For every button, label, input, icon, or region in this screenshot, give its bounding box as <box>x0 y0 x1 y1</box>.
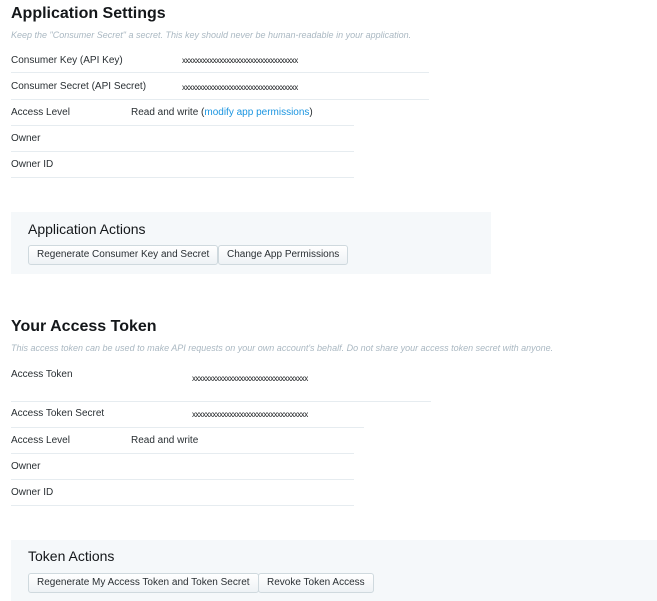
divider <box>11 505 354 506</box>
divider <box>11 72 429 73</box>
consumer-secret-value: xxxxxxxxxxxxxxxxxxxxxxxxxxxxxxxxxx <box>182 83 298 92</box>
divider <box>11 99 429 100</box>
consumer-secret-label: Consumer Secret (API Secret) <box>11 81 147 92</box>
application-settings-heading: Application Settings <box>11 5 166 22</box>
token-access-level-label: Access Level <box>11 435 70 446</box>
application-settings-note: Keep the "Consumer Secret" a secret. Thi… <box>11 30 412 40</box>
token-owner-id-label: Owner ID <box>11 487 54 498</box>
app-access-level-value: Read and write (modify app permissions) <box>131 107 313 118</box>
divider <box>11 125 354 126</box>
divider <box>11 177 354 178</box>
revoke-token-access-button[interactable]: Revoke Token Access <box>258 573 374 593</box>
consumer-key-label: Consumer Key (API Key) <box>11 55 123 66</box>
access-token-heading: Your Access Token <box>11 318 157 335</box>
app-access-level-text: Read and write ( <box>131 107 205 118</box>
divider <box>11 401 431 402</box>
divider <box>11 479 354 480</box>
divider <box>11 427 364 428</box>
app-owner-label: Owner <box>11 133 41 144</box>
regenerate-access-token-button[interactable]: Regenerate My Access Token and Token Sec… <box>28 573 259 593</box>
access-token-value: xxxxxxxxxxxxxxxxxxxxxxxxxxxxxxxxxx <box>192 374 308 383</box>
access-token-secret-value: xxxxxxxxxxxxxxxxxxxxxxxxxxxxxxxxxx <box>192 410 308 419</box>
modify-app-permissions-link[interactable]: modify app permissions <box>204 107 309 118</box>
application-actions-panel: Application Actions Regenerate Consumer … <box>11 212 491 274</box>
divider <box>11 151 354 152</box>
app-access-level-suffix: ) <box>309 107 313 118</box>
application-actions-heading: Application Actions <box>28 221 146 237</box>
access-token-label: Access Token <box>11 369 73 380</box>
divider <box>11 453 354 454</box>
token-actions-heading: Token Actions <box>28 548 115 564</box>
consumer-key-value: xxxxxxxxxxxxxxxxxxxxxxxxxxxxxxxxxx <box>182 56 298 65</box>
token-access-level-value: Read and write <box>131 435 199 446</box>
app-access-level-label: Access Level <box>11 107 70 118</box>
access-token-note: This access token can be used to make AP… <box>11 343 554 353</box>
token-actions-panel: Token Actions Regenerate My Access Token… <box>11 540 657 601</box>
app-owner-id-label: Owner ID <box>11 159 54 170</box>
access-token-secret-label: Access Token Secret <box>11 408 105 419</box>
token-owner-label: Owner <box>11 461 41 472</box>
regenerate-consumer-key-button[interactable]: Regenerate Consumer Key and Secret <box>28 245 219 265</box>
change-app-permissions-button[interactable]: Change App Permissions <box>218 245 349 265</box>
